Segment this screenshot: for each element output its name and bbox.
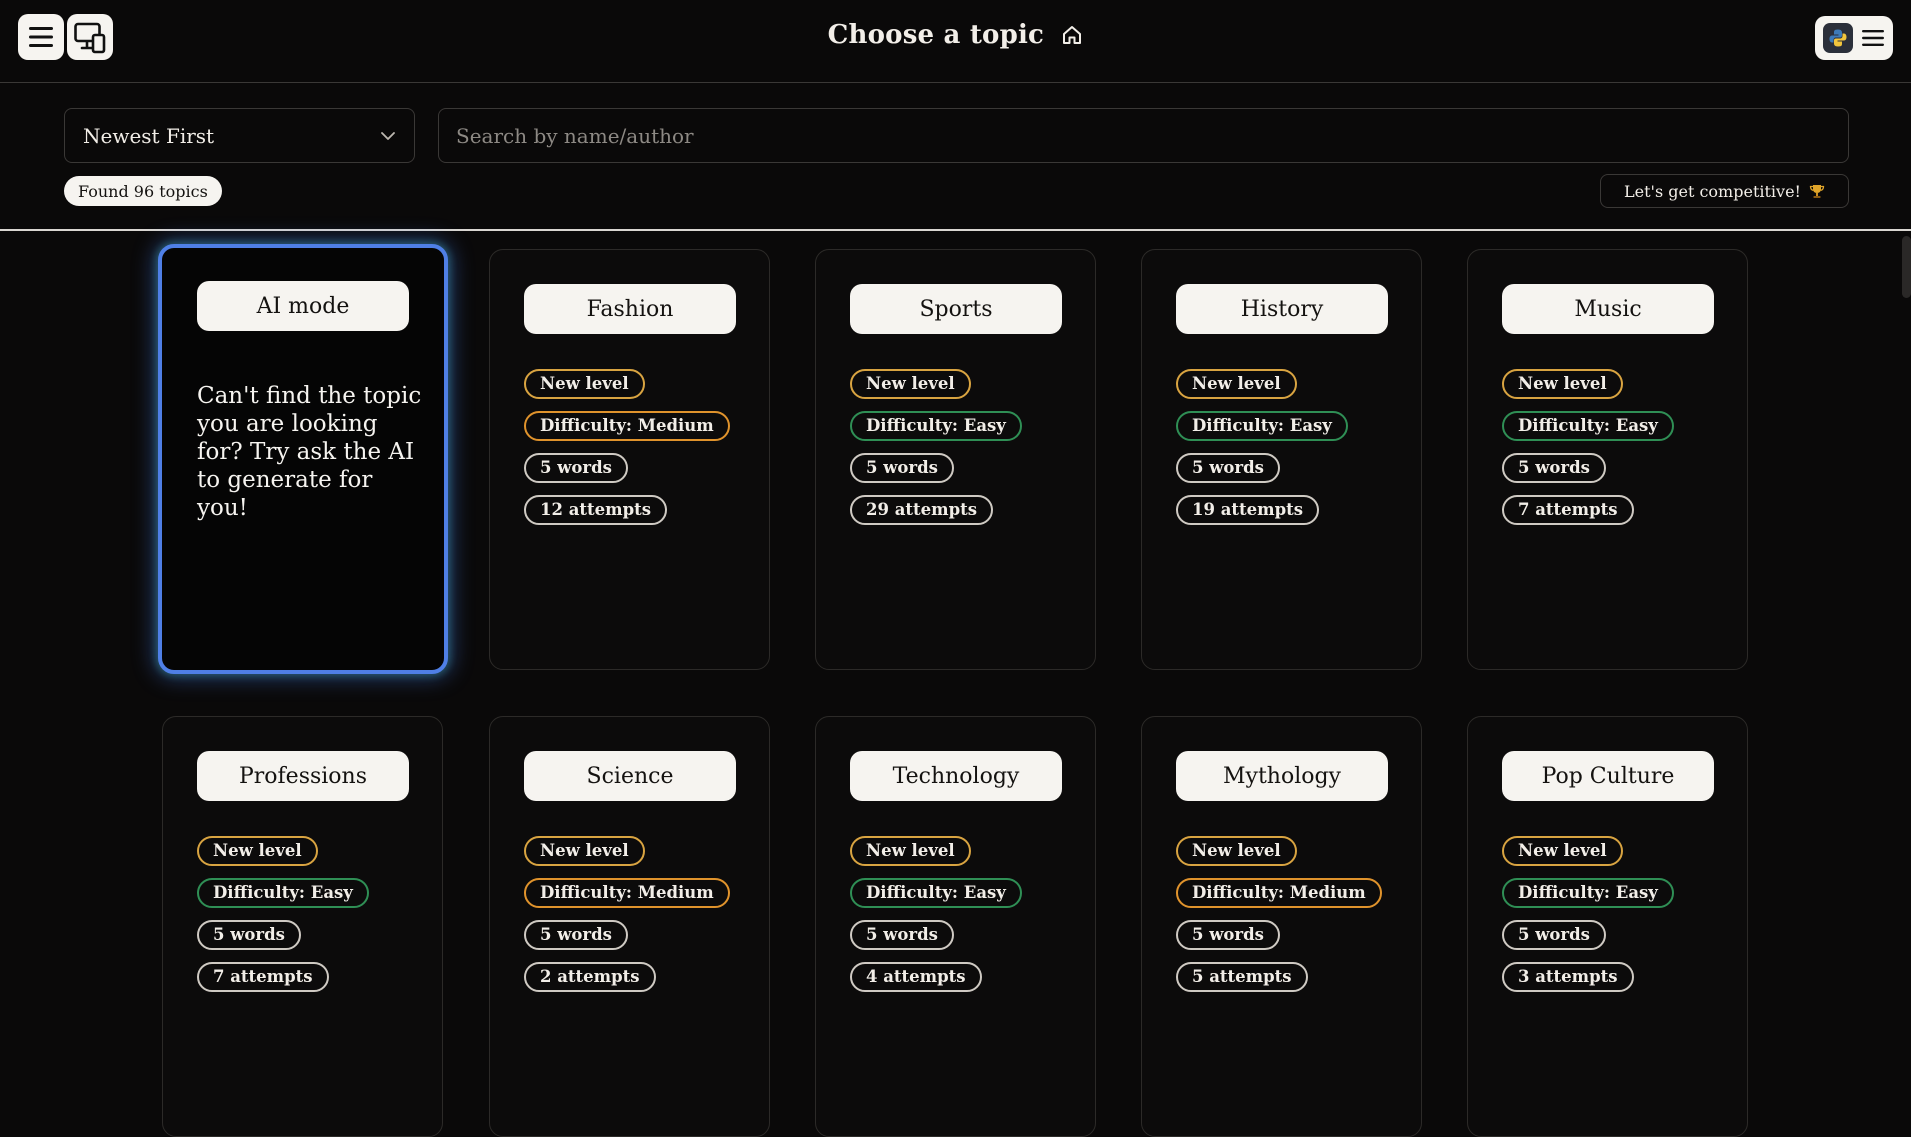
card-title: History <box>1176 284 1388 334</box>
difficulty-badge: Difficulty: Medium <box>1176 878 1382 908</box>
attempts-badge: 2 attempts <box>524 962 656 992</box>
card-tags: New level Difficulty: Medium 5 words 12 … <box>524 369 730 537</box>
words-badge: 5 words <box>850 920 954 950</box>
words-badge: 5 words <box>1502 453 1606 483</box>
words-badge: 5 words <box>1176 920 1280 950</box>
topic-card-fashion[interactable]: Fashion New level Difficulty: Medium 5 w… <box>489 249 770 670</box>
card-tags: New level Difficulty: Medium 5 words 5 a… <box>1176 836 1382 1004</box>
card-tags: New level Difficulty: Easy 5 words 3 att… <box>1502 836 1674 1004</box>
difficulty-badge: Difficulty: Easy <box>197 878 369 908</box>
attempts-badge: 3 attempts <box>1502 962 1634 992</box>
card-title: Professions <box>197 751 409 801</box>
card-tags: New level Difficulty: Easy 5 words 19 at… <box>1176 369 1348 537</box>
ai-mode-description: Can't find the topic you are looking for… <box>197 383 422 521</box>
level-badge: New level <box>1502 369 1623 399</box>
topic-grid: AI mode Can't find the topic you are loo… <box>0 0 1911 1137</box>
card-title: AI mode <box>197 281 409 331</box>
level-badge: New level <box>1176 369 1297 399</box>
card-tags: New level Difficulty: Easy 5 words 7 att… <box>197 836 369 1004</box>
attempts-badge: 19 attempts <box>1176 495 1320 525</box>
words-badge: 5 words <box>1176 453 1280 483</box>
ai-mode-card[interactable]: AI mode Can't find the topic you are loo… <box>158 244 448 674</box>
card-title: Sports <box>850 284 1062 334</box>
difficulty-badge: Difficulty: Easy <box>1176 411 1348 441</box>
level-badge: New level <box>1176 836 1297 866</box>
words-badge: 5 words <box>524 453 628 483</box>
level-badge: New level <box>524 836 645 866</box>
topic-card-pop-culture[interactable]: Pop Culture New level Difficulty: Easy 5… <box>1467 716 1748 1137</box>
attempts-badge: 7 attempts <box>197 962 329 992</box>
card-title: Pop Culture <box>1502 751 1714 801</box>
attempts-badge: 29 attempts <box>850 495 994 525</box>
topic-card-professions[interactable]: Professions New level Difficulty: Easy 5… <box>162 716 443 1137</box>
difficulty-badge: Difficulty: Easy <box>850 878 1022 908</box>
card-tags: New level Difficulty: Easy 5 words 4 att… <box>850 836 1022 1004</box>
level-badge: New level <box>524 369 645 399</box>
difficulty-badge: Difficulty: Medium <box>524 878 730 908</box>
words-badge: 5 words <box>850 453 954 483</box>
level-badge: New level <box>1502 836 1623 866</box>
attempts-badge: 7 attempts <box>1502 495 1634 525</box>
attempts-badge: 12 attempts <box>524 495 668 525</box>
topic-card-history[interactable]: History New level Difficulty: Easy 5 wor… <box>1141 249 1422 670</box>
difficulty-badge: Difficulty: Easy <box>1502 411 1674 441</box>
attempts-badge: 4 attempts <box>850 962 982 992</box>
words-badge: 5 words <box>1502 920 1606 950</box>
words-badge: 5 words <box>524 920 628 950</box>
topic-card-technology[interactable]: Technology New level Difficulty: Easy 5 … <box>815 716 1096 1137</box>
card-tags: New level Difficulty: Easy 5 words 29 at… <box>850 369 1022 537</box>
level-badge: New level <box>850 369 971 399</box>
topic-card-mythology[interactable]: Mythology New level Difficulty: Medium 5… <box>1141 716 1422 1137</box>
card-title: Technology <box>850 751 1062 801</box>
card-tags: New level Difficulty: Easy 5 words 7 att… <box>1502 369 1674 537</box>
card-title: Music <box>1502 284 1714 334</box>
card-title: Fashion <box>524 284 736 334</box>
attempts-badge: 5 attempts <box>1176 962 1308 992</box>
topic-card-science[interactable]: Science New level Difficulty: Medium 5 w… <box>489 716 770 1137</box>
card-title: Mythology <box>1176 751 1388 801</box>
difficulty-badge: Difficulty: Easy <box>1502 878 1674 908</box>
words-badge: 5 words <box>197 920 301 950</box>
level-badge: New level <box>197 836 318 866</box>
difficulty-badge: Difficulty: Easy <box>850 411 1022 441</box>
card-title: Science <box>524 751 736 801</box>
card-tags: New level Difficulty: Medium 5 words 2 a… <box>524 836 730 1004</box>
level-badge: New level <box>850 836 971 866</box>
difficulty-badge: Difficulty: Medium <box>524 411 730 441</box>
topic-card-music[interactable]: Music New level Difficulty: Easy 5 words… <box>1467 249 1748 670</box>
topic-card-sports[interactable]: Sports New level Difficulty: Easy 5 word… <box>815 249 1096 670</box>
